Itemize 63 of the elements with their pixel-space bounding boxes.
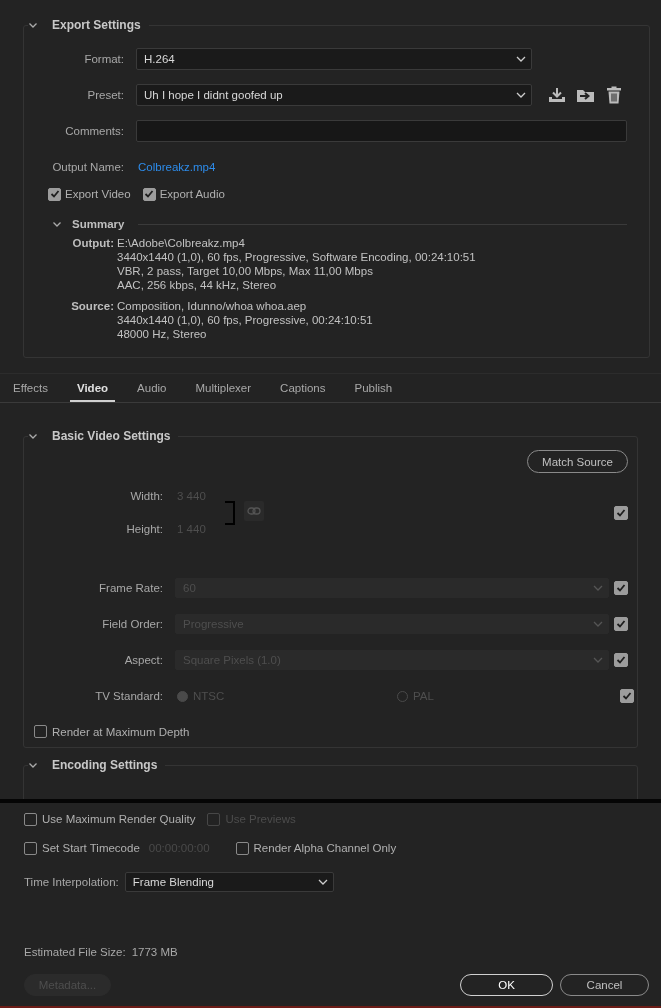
checkbox[interactable] bbox=[34, 725, 47, 738]
field-label: Comments: bbox=[64, 125, 124, 137]
comments-field[interactable] bbox=[136, 120, 627, 142]
summary-line: AAC, 256 kbps, 44 kHz, Stereo bbox=[117, 278, 278, 292]
checkbox[interactable] bbox=[24, 812, 37, 826]
section-title: Export Settings bbox=[52, 18, 141, 32]
download-icon[interactable] bbox=[548, 87, 566, 103]
checkbox[interactable] bbox=[614, 581, 628, 595]
checkbox-label: Export Audio bbox=[159, 188, 225, 200]
summary-line: 3440x1440 (1,0), 60 fps, Progressive, Software Encoding, 00:24:10:51 bbox=[117, 250, 476, 264]
field-label: Format: bbox=[83, 53, 124, 65]
chevron-icon[interactable] bbox=[28, 20, 38, 30]
tab[interactable]: Multiplexer bbox=[188, 376, 259, 402]
field-label: Frame Rate: bbox=[98, 582, 163, 594]
checkbox[interactable] bbox=[48, 187, 61, 201]
field-label: Field Order: bbox=[101, 618, 163, 630]
field-label: Preset: bbox=[86, 89, 124, 101]
chevron-icon[interactable] bbox=[52, 219, 62, 229]
summary-line: 3440x1440 (1,0), 60 fps, Progressive, 00:24:10:51 bbox=[117, 313, 373, 327]
checkbox-label: Render Alpha Channel Only bbox=[253, 842, 397, 854]
tab[interactable]: Video bbox=[69, 376, 116, 402]
field-label: Aspect: bbox=[123, 654, 163, 666]
field-label: Height: bbox=[125, 523, 163, 535]
checkbox-label: Set Start Timecode bbox=[42, 842, 140, 854]
checkbox[interactable] bbox=[614, 617, 628, 631]
field-label: Estimated File Size: bbox=[24, 946, 126, 958]
chevron-icon[interactable] bbox=[28, 431, 38, 441]
checkbox[interactable] bbox=[614, 653, 628, 667]
summary-line: E:\Adobe\Colbreakz.mp4 bbox=[117, 236, 246, 250]
checkbox-label: Render at Maximum Depth bbox=[52, 725, 190, 738]
file-size-value: 1773 MB bbox=[131, 946, 178, 958]
section-title: Encoding Settings bbox=[52, 758, 158, 772]
dropdown[interactable]: Uh I hope I didnt goofed up bbox=[136, 84, 532, 106]
dropdown[interactable]: H.264 bbox=[136, 48, 532, 70]
checkbox[interactable] bbox=[620, 689, 634, 703]
trash-icon[interactable] bbox=[606, 86, 622, 104]
tab[interactable]: Captions bbox=[273, 376, 333, 402]
checkbox-label: Use Maximum Render Quality bbox=[42, 813, 196, 825]
field-label: Width: bbox=[129, 490, 163, 502]
section-title: Basic Video Settings bbox=[52, 429, 171, 443]
output-name-link[interactable]: Colbreakz.mp4 bbox=[138, 161, 216, 173]
checkbox[interactable] bbox=[142, 187, 156, 201]
checkbox[interactable] bbox=[614, 505, 628, 520]
tab[interactable]: Audio bbox=[130, 376, 174, 402]
summary-line: 48000 Hz, Stereo bbox=[117, 327, 208, 341]
summary-title: Summary bbox=[72, 218, 125, 230]
summary-label: Source: bbox=[70, 299, 114, 314]
tab[interactable]: Publish bbox=[347, 376, 400, 402]
summary-label: Output: bbox=[71, 236, 114, 251]
bracket-icon bbox=[224, 500, 236, 525]
field-label: TV Standard: bbox=[94, 690, 163, 702]
summary-line: VBR, 2 pass, Target 10,00 Mbps, Max 11,00 Mbps bbox=[117, 264, 374, 278]
tab[interactable]: Effects bbox=[6, 376, 55, 402]
summary-line: Composition, Idunno/whoa whoa.aep bbox=[117, 299, 308, 313]
radio-button[interactable] bbox=[177, 690, 188, 702]
field-label: Output Name: bbox=[51, 161, 124, 173]
chevron-icon[interactable] bbox=[28, 760, 38, 770]
dropdown[interactable]: Frame Blending bbox=[124, 872, 334, 892]
checkbox-label: Export Video bbox=[65, 188, 131, 200]
field-label: Time Interpolation: bbox=[24, 876, 119, 888]
checkbox[interactable] bbox=[235, 841, 249, 855]
folder-arrow-icon[interactable] bbox=[576, 87, 596, 103]
checkbox[interactable] bbox=[24, 841, 37, 855]
